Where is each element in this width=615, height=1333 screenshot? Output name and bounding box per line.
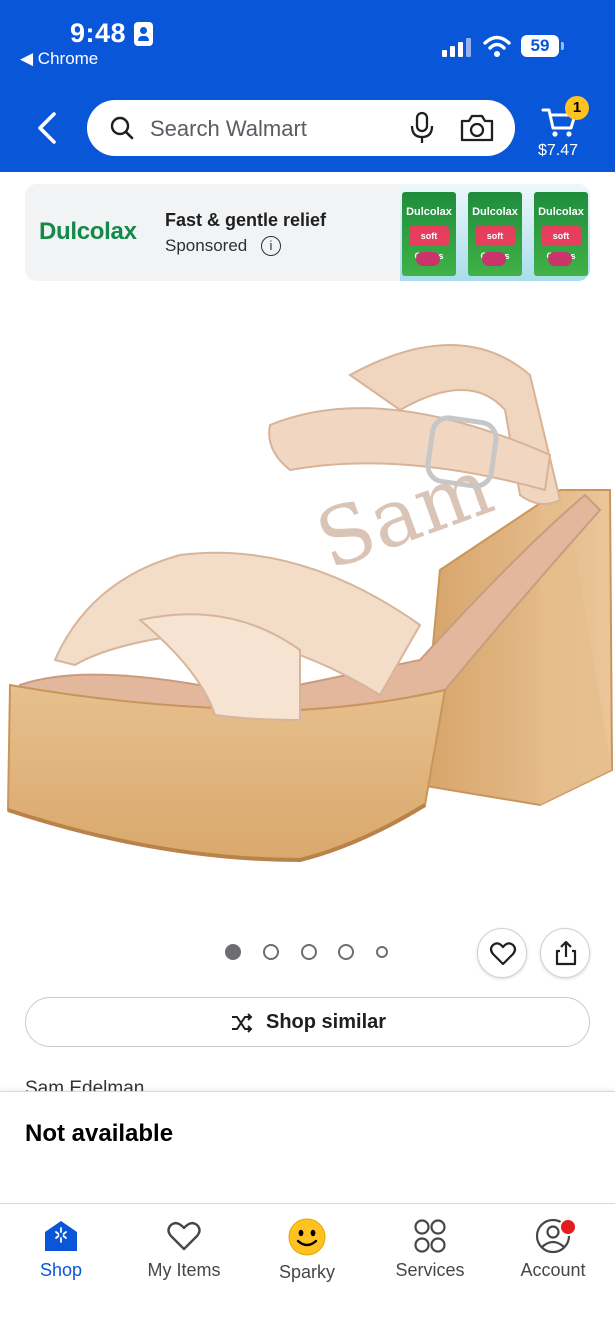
nav-services[interactable]: Services [375,1218,485,1288]
status-time: 9:48 [70,18,127,48]
wifi-icon [483,35,511,57]
ad-pack: Dulcolax soft Chews [402,192,456,276]
nav-sparky[interactable]: Sparky [252,1218,362,1288]
ad-pack-sub: soft Chews [541,226,581,261]
nav-label: Shop [39,1260,83,1280]
grid-circles-icon [414,1219,446,1253]
favorite-button[interactable] [477,928,527,978]
nav-label: Services [395,1260,465,1280]
search-input[interactable]: Search Walmart [150,116,307,142]
nav-account[interactable]: Account [498,1218,608,1288]
shop-similar-label: Shop similar [266,1011,387,1033]
notification-dot [559,1218,577,1236]
share-icon [555,940,577,966]
shuffle-icon [232,1013,253,1033]
nav-label: Account [520,1260,586,1280]
ad-brand-logo: Dulcolax [39,218,137,245]
availability-status: Not available [25,1120,174,1147]
product-image-sandal[interactable]: Sam [0,300,615,900]
app-header: 9:48 ◀ Chrome 59 Search Walmart 1 $7.47 [0,0,615,172]
ad-title: Fast & gentle relief [165,210,327,230]
microphone-icon[interactable] [409,111,435,145]
ad-pack-sub: soft Chews [475,226,515,261]
nav-label: My Items [147,1260,221,1280]
cart-count-badge: 1 [565,96,589,120]
cart-total[interactable]: $7.47 [538,142,578,160]
availability-sheet: Not available [0,1091,615,1203]
smiley-icon [288,1218,326,1256]
heart-icon [489,942,517,966]
battery-indicator: 59 [521,35,559,57]
carousel-dot[interactable] [376,946,388,958]
ad-sponsored-label: Sponsored [165,236,248,255]
back-to-app-link[interactable]: ◀ Chrome [20,49,98,69]
ad-pack-berry [416,252,440,266]
image-carousel-dots [225,944,395,962]
nav-label: Sparky [278,1262,336,1282]
back-arrow-icon[interactable] [30,110,66,146]
ad-product-image: Dulcolax soft Chews Dulcolax soft Chews … [400,184,590,281]
sponsored-ad-banner[interactable]: Dulcolax Fast & gentle relief Sponsored … [25,184,590,281]
ad-pack: Dulcolax soft Chews [534,192,588,276]
ad-pack-sub: soft Chews [409,226,449,261]
ad-pack: Dulcolax soft Chews [468,192,522,276]
heart-icon [167,1221,201,1251]
info-icon[interactable]: i [261,236,281,256]
carousel-dot[interactable] [263,944,279,960]
battery-tip [561,42,564,50]
search-icon [110,116,134,140]
bottom-navigation: Shop My Items Sparky Services Account [0,1203,615,1333]
product-brand[interactable]: Sam Edelman [25,1078,144,1092]
carousel-dot[interactable] [338,944,354,960]
ad-pack-berry [548,252,572,266]
nav-shop[interactable]: Shop [6,1218,116,1288]
carousel-dot[interactable] [301,944,317,960]
carousel-dot[interactable] [225,944,241,960]
shop-similar-button[interactable]: Shop similar [25,997,590,1047]
home-store-icon [45,1221,77,1251]
search-bar[interactable]: Search Walmart [87,100,515,156]
cellular-signal-icon [442,37,472,57]
ad-pack-berry [482,252,506,266]
share-button[interactable] [540,928,590,978]
ad-pack-label: Dulcolax [406,206,452,218]
ad-pack-label: Dulcolax [472,206,518,218]
contact-card-icon [134,22,153,46]
camera-icon[interactable] [459,113,495,143]
nav-my-items[interactable]: My Items [129,1218,239,1288]
ad-pack-label: Dulcolax [538,206,584,218]
product-page: 9:48 ◀ Chrome 59 Search Walmart 1 $7.47 … [0,0,615,1333]
